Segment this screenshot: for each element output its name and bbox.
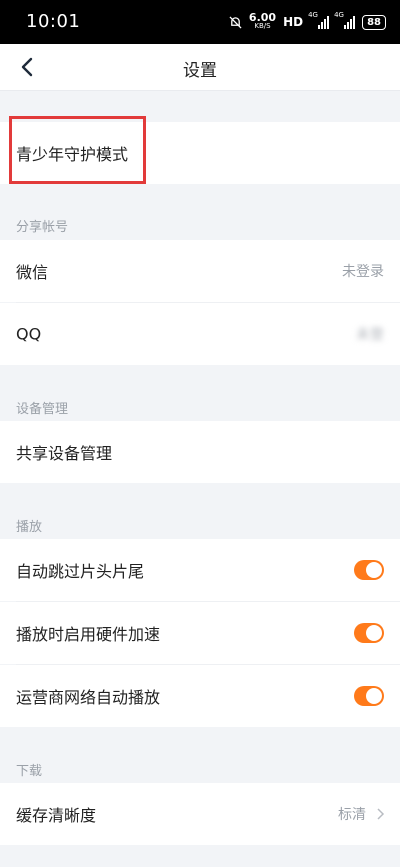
top-gap	[0, 91, 400, 122]
qq-label: QQ	[16, 324, 42, 344]
qq-status: 未登	[356, 327, 384, 343]
wechat-row[interactable]: 微信 未登录	[0, 240, 400, 302]
wechat-label: 微信	[16, 263, 49, 282]
hw-accel-row: 播放时启用硬件加速	[0, 602, 400, 664]
signal-icon-2: 4G	[334, 11, 356, 29]
section-title-share-account: 分享帐号	[16, 220, 69, 235]
app-header: 设置	[0, 44, 400, 91]
carrier-autoplay-toggle[interactable]	[354, 686, 384, 706]
carrier-autoplay-row: 运营商网络自动播放	[0, 665, 400, 727]
wechat-status: 未登录	[342, 264, 384, 280]
teen-mode-label: 青少年守护模式	[16, 145, 129, 164]
cache-quality-value: 标清	[338, 807, 366, 823]
section-title-device-mgmt: 设备管理	[16, 402, 69, 417]
hw-accel-label: 播放时启用硬件加速	[16, 625, 161, 644]
network-speed-value: 6.00	[248, 11, 277, 24]
cache-quality-label: 缓存清晰度	[16, 806, 97, 825]
skip-intro-outro-row: 自动跳过片头片尾	[0, 539, 400, 601]
section-header-device-mgmt: 设备管理	[0, 365, 400, 421]
section-title-playback: 播放	[16, 520, 43, 535]
teen-mode-row[interactable]: 青少年守护模式	[0, 122, 400, 184]
mute-bell-icon	[229, 15, 242, 29]
shared-device-mgmt-label: 共享设备管理	[16, 444, 113, 463]
network-speed: 6.00 KB/S	[248, 11, 277, 31]
signal-label: 4G	[308, 11, 318, 19]
carrier-autoplay-label: 运营商网络自动播放	[16, 688, 161, 707]
chevron-right-icon	[377, 808, 385, 820]
cache-quality-row[interactable]: 缓存清晰度 标清	[0, 783, 400, 845]
page-title: 设置	[183, 61, 217, 81]
section-title-download: 下载	[16, 764, 43, 779]
network-speed-unit: KB/S	[254, 22, 271, 30]
signal-icon: 4G	[308, 11, 330, 29]
section-header-share-account: 分享帐号	[0, 184, 400, 240]
skip-intro-outro-toggle[interactable]	[354, 560, 384, 580]
qq-row[interactable]: QQ 未登	[0, 303, 400, 365]
status-icons: 6.00 KB/S HD 4G 4G 88	[229, 11, 386, 32]
skip-intro-outro-label: 自动跳过片头片尾	[16, 562, 145, 581]
status-bar: 10:01 6.00 KB/S HD 4G 4G 88	[0, 0, 400, 44]
status-time: 10:01	[26, 11, 81, 32]
hd-indicator: HD	[283, 15, 304, 29]
bottom-gap	[0, 845, 400, 867]
shared-device-mgmt-row[interactable]: 共享设备管理	[0, 421, 400, 483]
hw-accel-toggle[interactable]	[354, 623, 384, 643]
section-header-download: 下载	[0, 727, 400, 783]
signal-label-2: 4G	[334, 11, 344, 19]
section-header-playback: 播放	[0, 483, 400, 539]
battery-indicator: 88	[362, 14, 386, 30]
